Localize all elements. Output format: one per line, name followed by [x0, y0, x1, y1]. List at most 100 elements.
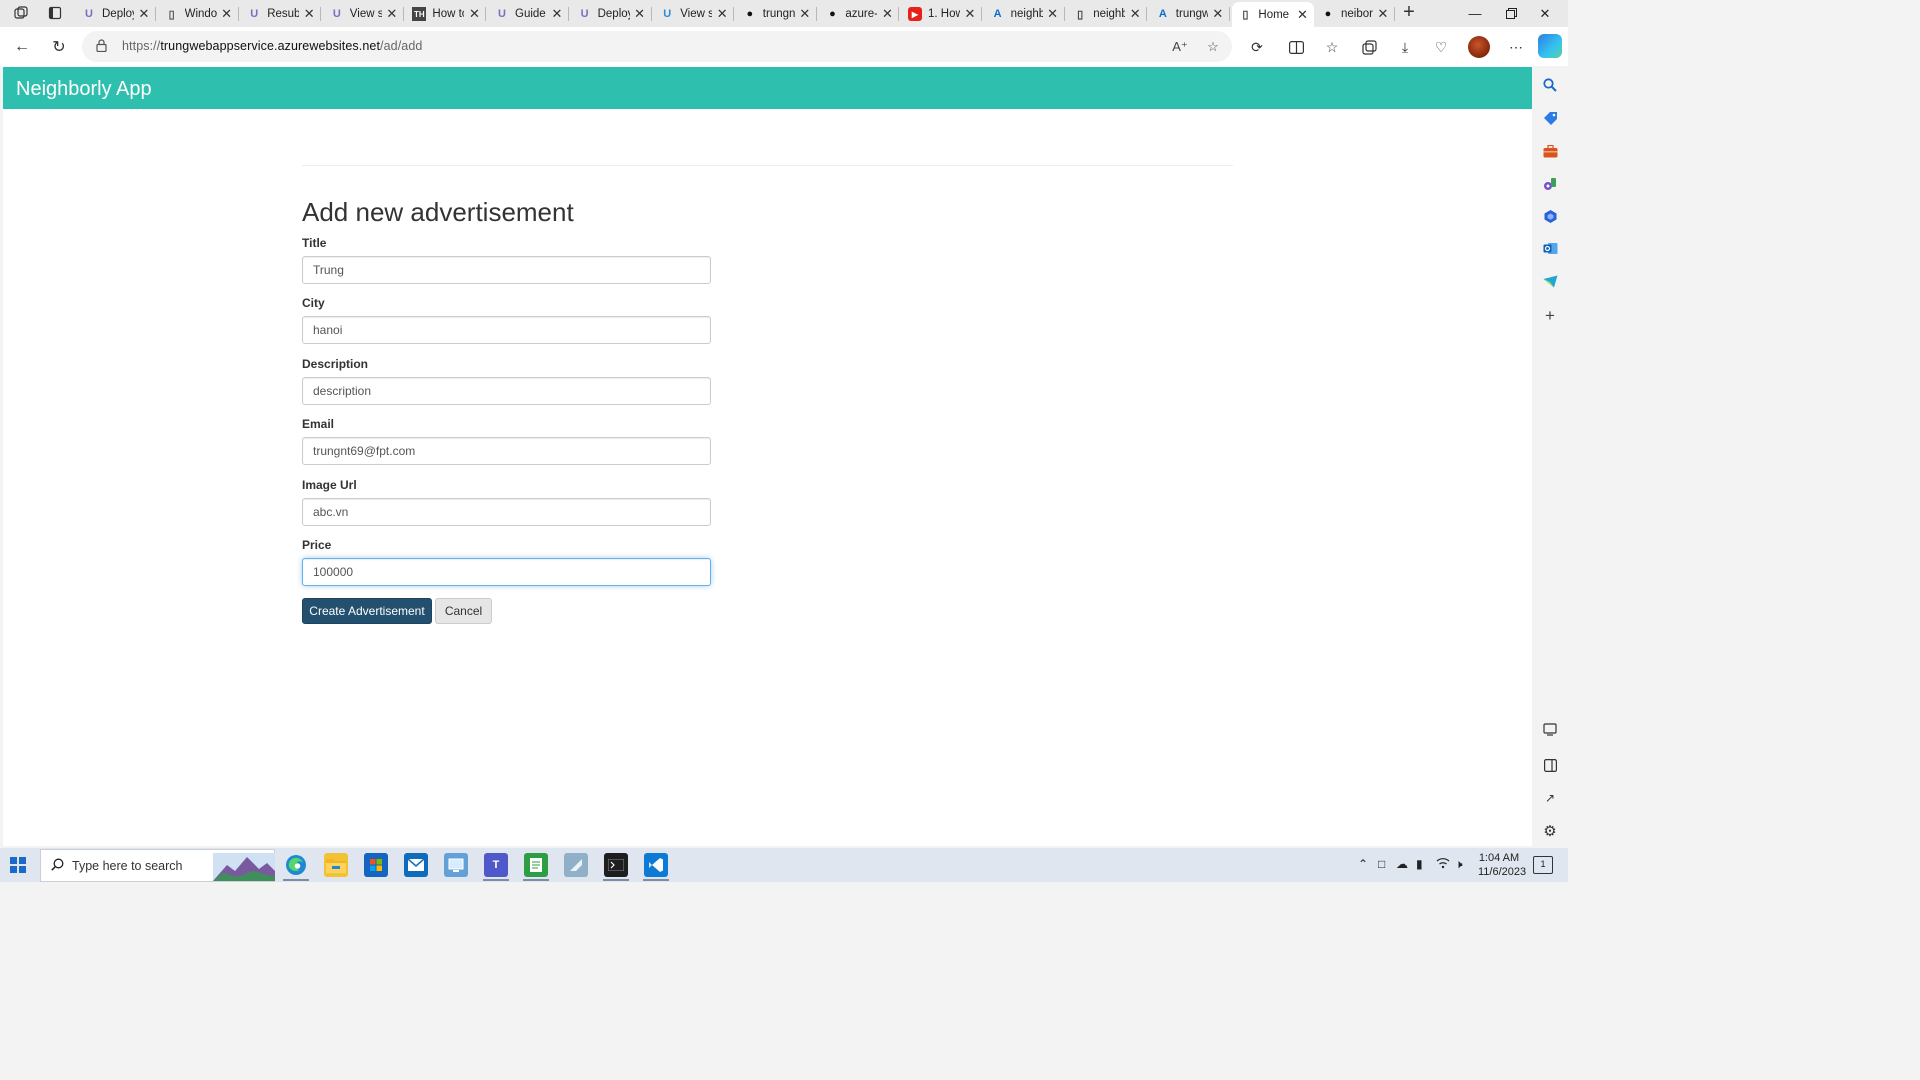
- send-icon[interactable]: [1541, 272, 1559, 290]
- browser-tab[interactable]: ▶ 1. How ✕: [902, 2, 982, 26]
- search-placeholder: Type here to search: [72, 859, 183, 873]
- vscode-icon[interactable]: [644, 853, 668, 877]
- browser-tab[interactable]: Aneighb ✕: [985, 2, 1065, 26]
- browser-tab[interactable]: ● neibor ✕: [1315, 2, 1395, 26]
- outlook-icon[interactable]: [1541, 239, 1559, 257]
- notepad-icon[interactable]: [524, 853, 548, 877]
- onedrive-cloud-icon[interactable]: ☁: [1396, 857, 1408, 871]
- microsoft-365-icon[interactable]: [1541, 207, 1559, 225]
- system-clock[interactable]: 1:04 AM 11/6/2023: [1478, 851, 1526, 879]
- tools-icon[interactable]: [1541, 142, 1559, 160]
- remote-desktop-icon[interactable]: [444, 853, 468, 877]
- collections-icon[interactable]: [1358, 36, 1380, 58]
- browser-tab[interactable]: U Deploy ✕: [572, 2, 652, 26]
- browser-tab[interactable]: Atrungw ✕: [1150, 2, 1230, 26]
- notification-center-icon[interactable]: 1: [1533, 856, 1553, 874]
- file-explorer-icon[interactable]: [324, 853, 348, 877]
- image-url-input[interactable]: [302, 498, 711, 526]
- close-tab-icon[interactable]: ✕: [634, 6, 646, 22]
- browser-tab[interactable]: U Resubr✕: [241, 2, 322, 26]
- field-label: City: [302, 296, 325, 310]
- browser-essentials-icon[interactable]: ♡: [1430, 36, 1452, 58]
- close-tab-icon[interactable]: ✕: [1377, 6, 1389, 22]
- tab-label: neighb: [1010, 8, 1043, 20]
- close-tab-icon[interactable]: ✕: [303, 6, 315, 22]
- close-tab-icon[interactable]: ✕: [138, 6, 150, 22]
- browser-tab[interactable]: ● trungn ✕: [737, 2, 817, 26]
- chevron-up-icon[interactable]: ⌃: [1358, 857, 1368, 871]
- description-input[interactable]: [302, 377, 711, 405]
- title-input[interactable]: [302, 256, 711, 284]
- browser-tab[interactable]: ▯ neighb ✕: [1067, 2, 1148, 26]
- search-highlight-image: [213, 853, 275, 881]
- close-tab-icon[interactable]: ✕: [386, 6, 398, 22]
- browser-tab[interactable]: U View s ✕: [654, 2, 735, 26]
- copilot-icon[interactable]: [1538, 34, 1562, 58]
- close-tab-icon[interactable]: ✕: [881, 6, 893, 22]
- wifi-icon[interactable]: [1436, 857, 1450, 872]
- browser-tab[interactable]: TH How to ✕: [406, 2, 487, 26]
- lock-icon[interactable]: [96, 39, 107, 55]
- terminal-icon[interactable]: [604, 853, 628, 877]
- search-icon[interactable]: [1541, 76, 1559, 94]
- browser-tab[interactable]: U View s ✕: [324, 2, 404, 26]
- sidebar-toggle-icon[interactable]: [1541, 756, 1559, 774]
- udacity-icon: U: [663, 8, 672, 20]
- email-input[interactable]: [302, 437, 711, 465]
- open-external-icon[interactable]: ↗: [1541, 789, 1559, 807]
- back-arrow-icon[interactable]: ←: [11, 36, 33, 58]
- mail-icon[interactable]: [404, 853, 428, 877]
- close-tab-icon[interactable]: ✕: [1296, 7, 1308, 23]
- edge-taskbar-icon[interactable]: [284, 853, 308, 877]
- app-brand-link[interactable]: Neighborly App: [16, 78, 152, 101]
- profile-avatar[interactable]: [1468, 36, 1490, 58]
- create-advertisement-button[interactable]: Create Advertisement: [302, 598, 432, 624]
- settings-gear-icon[interactable]: ⚙: [1541, 822, 1559, 840]
- close-window-button[interactable]: ✕: [1522, 0, 1568, 27]
- shopping-tag-icon[interactable]: [1541, 109, 1559, 127]
- battery-icon[interactable]: ▮: [1416, 857, 1423, 871]
- screenshot-icon[interactable]: [1541, 720, 1559, 738]
- add-icon[interactable]: +: [1541, 306, 1559, 325]
- close-tab-icon[interactable]: ✕: [799, 6, 811, 22]
- cancel-button[interactable]: Cancel: [435, 598, 492, 624]
- close-tab-icon[interactable]: ✕: [716, 6, 728, 22]
- more-menu-icon[interactable]: ⋯: [1505, 36, 1527, 58]
- new-tab-button[interactable]: +: [1398, 2, 1420, 23]
- close-tab-icon[interactable]: ✕: [1129, 6, 1141, 22]
- refresh-icon[interactable]: ↻: [48, 36, 70, 58]
- store-icon[interactable]: [364, 853, 388, 877]
- taskbar-search-box[interactable]: Type here to search: [40, 849, 275, 882]
- volume-icon[interactable]: 🕨: [1455, 857, 1463, 872]
- url-text[interactable]: https://trungwebappservice.azurewebsites…: [122, 39, 422, 53]
- extensions-icon[interactable]: ⟳: [1246, 36, 1268, 58]
- read-aloud-icon[interactable]: A⁺: [1170, 37, 1190, 57]
- app-taskbar-icon[interactable]: [564, 853, 588, 877]
- browser-tab[interactable]: ● azure- ✕: [819, 2, 900, 26]
- browser-tab[interactable]: ▯ Windo ✕: [159, 2, 239, 26]
- tab-label: View s: [349, 8, 382, 20]
- windows-start-icon[interactable]: [10, 857, 26, 873]
- meet-now-icon[interactable]: □: [1378, 857, 1385, 871]
- close-tab-icon[interactable]: ✕: [1212, 6, 1224, 22]
- browser-tab[interactable]: U Guide ✕: [489, 2, 569, 26]
- city-input[interactable]: [302, 316, 711, 344]
- browser-tab[interactable]: ▯ Home ✕: [1232, 2, 1315, 27]
- close-tab-icon[interactable]: ✕: [551, 6, 563, 22]
- close-tab-icon[interactable]: ✕: [964, 6, 976, 22]
- address-bar[interactable]: https://trungwebappservice.azurewebsites…: [82, 31, 1232, 62]
- favorite-star-icon[interactable]: ☆: [1203, 37, 1223, 57]
- favorites-icon[interactable]: ☆: [1321, 36, 1343, 58]
- browser-tab[interactable]: U Deploy ✕: [76, 2, 156, 26]
- close-tab-icon[interactable]: ✕: [221, 6, 233, 22]
- games-icon[interactable]: [1541, 174, 1559, 192]
- price-input[interactable]: [302, 558, 711, 586]
- close-tab-icon[interactable]: ✕: [468, 6, 480, 22]
- close-tab-icon[interactable]: ✕: [1047, 6, 1059, 22]
- downloads-icon[interactable]: ⤓: [1394, 36, 1416, 58]
- workspaces-icon[interactable]: [10, 4, 32, 22]
- split-screen-icon[interactable]: [1285, 36, 1307, 58]
- tab-actions-icon[interactable]: [44, 4, 66, 22]
- github-icon: ●: [829, 8, 836, 20]
- teams-icon[interactable]: T: [484, 853, 508, 877]
